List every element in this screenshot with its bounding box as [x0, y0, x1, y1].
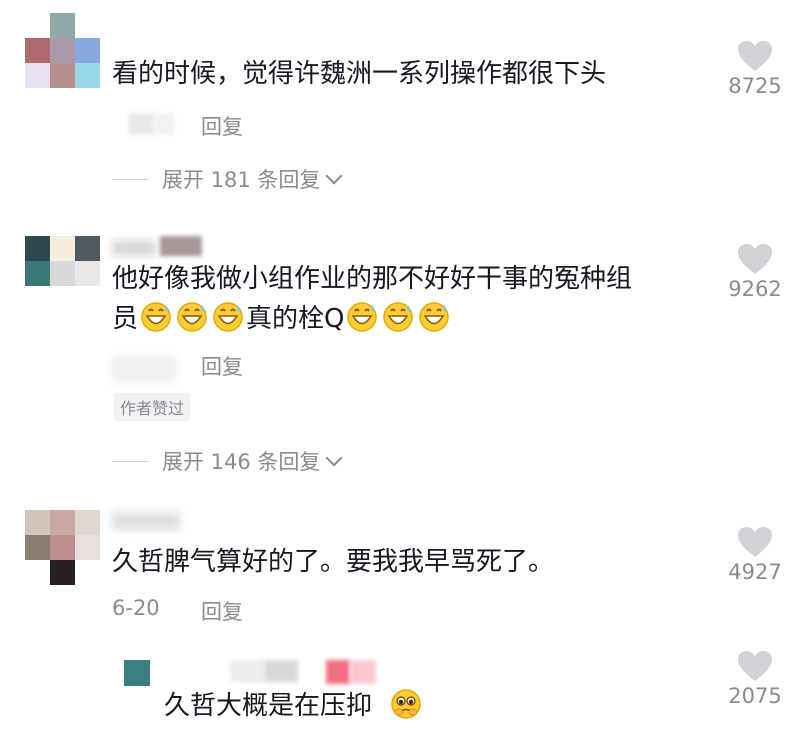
username-blurred [112, 240, 156, 256]
username-blurred [350, 660, 376, 684]
username-blurred [160, 236, 202, 256]
like-count: 2075 [728, 684, 782, 708]
like-count: 4927 [728, 560, 782, 584]
expand-replies-button[interactable]: 展开 146 条回复 [112, 446, 343, 476]
sub-reply-text: 久哲大概是在压抑 [164, 688, 424, 724]
avatar[interactable] [25, 236, 100, 311]
comment-text: 看的时候，觉得许魏洲一系列操作都很下头 [112, 59, 607, 89]
username-blurred [112, 512, 180, 530]
comment-text-line2: 员真的栓Q [112, 301, 452, 337]
grinning-sweat-emoji [213, 302, 243, 332]
username-blurred [154, 113, 174, 135]
comment-text: 他好像我做小组作业的那不好好干事的冤种组 [112, 264, 633, 294]
heart-icon [738, 527, 772, 557]
grinning-sweat-emoji [347, 302, 378, 332]
username-blurred [230, 660, 264, 682]
chevron-down-icon [325, 167, 343, 185]
chevron-down-icon [325, 449, 343, 467]
username-blurred [128, 113, 154, 135]
grinning-sweat-emoji [419, 302, 450, 332]
divider-line [112, 178, 148, 180]
reply-button[interactable]: 回复 [201, 351, 243, 381]
grinning-sweat-emoji [383, 302, 414, 332]
reply-button[interactable]: 回复 [201, 596, 243, 626]
avatar[interactable] [25, 13, 100, 88]
expand-replies-label: 展开 181 条回复 [162, 168, 321, 192]
heart-icon [738, 41, 772, 71]
avatar[interactable] [25, 510, 100, 585]
username-blurred [264, 660, 298, 682]
comment-date: 6-20 [112, 596, 160, 620]
reply-button[interactable]: 回复 [201, 111, 243, 141]
heart-icon [738, 244, 772, 274]
date-blurred [112, 356, 176, 382]
comment-text: 久哲脾气算好的了。要我我早骂死了。 [112, 547, 555, 577]
heart-icon [738, 651, 772, 681]
divider-line [112, 460, 148, 462]
grinning-sweat-emoji [141, 302, 171, 332]
author-liked-badge: 作者赞过 [114, 393, 191, 421]
grinning-sweat-emoji [177, 302, 207, 332]
like-button[interactable]: 4927 [715, 526, 795, 584]
like-button[interactable]: 8725 [715, 40, 795, 98]
expand-replies-label: 展开 146 条回复 [162, 450, 321, 474]
pleading-emoji [391, 689, 422, 719]
expand-replies-button[interactable]: 展开 181 条回复 [112, 164, 343, 194]
avatar[interactable] [124, 660, 150, 686]
username-blurred [326, 660, 350, 684]
like-button[interactable]: 9262 [715, 243, 795, 301]
like-count: 9262 [728, 277, 782, 301]
like-button[interactable]: 2075 [715, 650, 795, 708]
like-count: 8725 [728, 74, 782, 98]
